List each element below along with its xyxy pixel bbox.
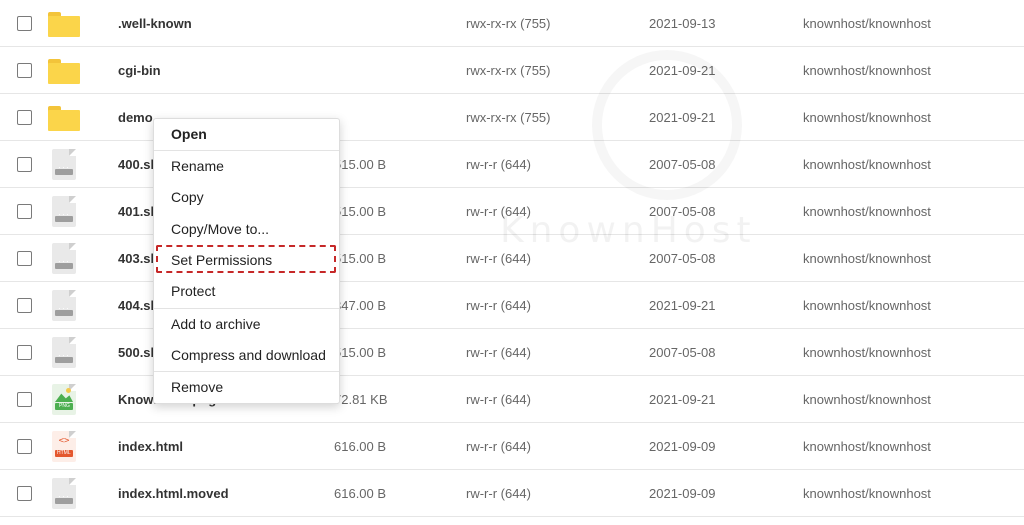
- row-checkbox[interactable]: [17, 298, 32, 313]
- file-date: 2007-05-08: [649, 345, 716, 360]
- file-size: 515.00 B: [334, 251, 387, 266]
- file-date: 2021-09-13: [649, 16, 716, 31]
- highlight-box: [156, 245, 336, 273]
- menu-item-copy[interactable]: Copy: [154, 182, 339, 212]
- file-owner: knownhost/knownhost: [803, 392, 931, 407]
- file-size: 616.00 B: [334, 439, 387, 454]
- row-checkbox[interactable]: [17, 16, 32, 31]
- menu-item-open[interactable]: Open: [154, 119, 339, 149]
- file-owner: knownhost/knownhost: [803, 63, 931, 78]
- file-permissions: rw-r-r (644): [466, 439, 531, 454]
- menu-item-copy-move[interactable]: Copy/Move to...: [154, 214, 339, 244]
- watermark-text: KnownHost: [500, 210, 757, 251]
- file-permissions: rwx-rx-rx (755): [466, 16, 551, 31]
- file-icon: [52, 290, 76, 321]
- file-size: 515.00 B: [334, 157, 387, 172]
- file-permissions: rw-r-r (644): [466, 392, 531, 407]
- file-size: 515.00 B: [334, 345, 387, 360]
- file-date: 2021-09-09: [649, 439, 716, 454]
- file-owner: knownhost/knownhost: [803, 16, 931, 31]
- file-owner: knownhost/knownhost: [803, 486, 931, 501]
- file-permissions: rwx-rx-rx (755): [466, 110, 551, 125]
- file-date: 2021-09-21: [649, 392, 716, 407]
- folder-icon: [48, 59, 80, 84]
- table-row[interactable]: index.html.moved 616.00 B rw-r-r (644) 2…: [0, 470, 1024, 517]
- file-owner: knownhost/knownhost: [803, 298, 931, 313]
- file-permissions: rw-r-r (644): [466, 486, 531, 501]
- table-row[interactable]: cgi-bin rwx-rx-rx (755) 2021-09-21 known…: [0, 47, 1024, 94]
- file-name[interactable]: cgi-bin: [118, 47, 161, 94]
- file-permissions: rw-r-r (644): [466, 345, 531, 360]
- file-name[interactable]: index.html: [118, 423, 183, 470]
- file-permissions: rwx-rx-rx (755): [466, 63, 551, 78]
- file-size: 72.81 KB: [334, 392, 388, 407]
- file-permissions: rw-r-r (644): [466, 298, 531, 313]
- row-checkbox[interactable]: [17, 110, 32, 125]
- row-checkbox[interactable]: [17, 439, 32, 454]
- file-name[interactable]: demo: [118, 94, 153, 141]
- file-name[interactable]: index.html.moved: [118, 470, 229, 517]
- menu-item-protect[interactable]: Protect: [154, 276, 339, 306]
- row-checkbox[interactable]: [17, 251, 32, 266]
- table-row[interactable]: <> index.html 616.00 B rw-r-r (644) 2021…: [0, 423, 1024, 470]
- file-size: 347.00 B: [334, 298, 387, 313]
- row-checkbox[interactable]: [17, 157, 32, 172]
- file-owner: knownhost/knownhost: [803, 345, 931, 360]
- row-checkbox[interactable]: [17, 486, 32, 501]
- file-icon: [52, 478, 76, 509]
- file-date: 2021-09-09: [649, 486, 716, 501]
- file-permissions: rw-r-r (644): [466, 157, 531, 172]
- file-owner: knownhost/knownhost: [803, 439, 931, 454]
- html-file-icon: <>: [52, 431, 76, 462]
- file-owner: knownhost/knownhost: [803, 110, 931, 125]
- file-name[interactable]: .well-known: [118, 0, 192, 47]
- file-owner: knownhost/knownhost: [803, 204, 931, 219]
- row-checkbox[interactable]: [17, 204, 32, 219]
- table-row[interactable]: .well-known rwx-rx-rx (755) 2021-09-13 k…: [0, 0, 1024, 47]
- image-file-icon: [52, 384, 76, 415]
- row-checkbox[interactable]: [17, 392, 32, 407]
- file-size: 616.00 B: [334, 486, 387, 501]
- menu-item-remove[interactable]: Remove: [154, 372, 339, 402]
- row-checkbox[interactable]: [17, 345, 32, 360]
- file-icon: [52, 337, 76, 368]
- folder-icon: [48, 12, 80, 37]
- row-checkbox[interactable]: [17, 63, 32, 78]
- file-icon: [52, 149, 76, 180]
- file-icon: [52, 243, 76, 274]
- menu-item-rename[interactable]: Rename: [154, 151, 339, 181]
- menu-item-compress-download[interactable]: Compress and download: [154, 340, 339, 370]
- file-date: 2021-09-21: [649, 298, 716, 313]
- file-owner: knownhost/knownhost: [803, 251, 931, 266]
- folder-icon: [48, 106, 80, 131]
- watermark-logo-icon: [592, 50, 742, 200]
- file-icon: [52, 196, 76, 227]
- file-owner: knownhost/knownhost: [803, 157, 931, 172]
- file-size: 515.00 B: [334, 204, 387, 219]
- menu-item-add-to-archive[interactable]: Add to archive: [154, 309, 339, 339]
